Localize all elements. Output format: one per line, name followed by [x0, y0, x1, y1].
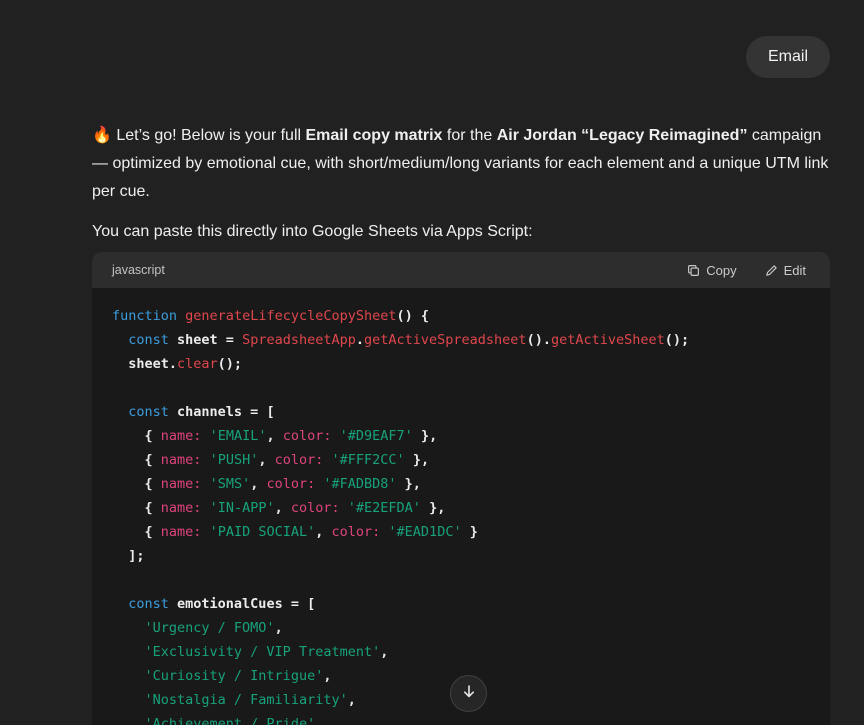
code-line	[112, 376, 810, 400]
code-line: const channels = [	[112, 400, 810, 424]
code-block: javascript Copy Edit function generateLi…	[92, 252, 830, 725]
code-line: function generateLifecycleCopySheet() {	[112, 304, 810, 328]
code-line: { name: 'PUSH', color: '#FFF2CC' },	[112, 448, 810, 472]
code-line: { name: 'PAID SOCIAL', color: '#EAD1DC' …	[112, 520, 810, 544]
code-language-label: javascript	[112, 263, 681, 277]
code-line: const emotionalCues = [	[112, 592, 810, 616]
code-line: ];	[112, 544, 810, 568]
code-line: { name: 'IN-APP', color: '#E2EFDA' },	[112, 496, 810, 520]
pencil-icon	[765, 264, 778, 277]
chat-page: { "page": { "background": "#212121", "co…	[0, 0, 864, 725]
code-line: { name: 'EMAIL', color: '#D9EAF7' },	[112, 424, 810, 448]
copy-button[interactable]: Copy	[681, 259, 742, 282]
assistant-paragraph-instruction: You can paste this directly into Google …	[92, 218, 830, 246]
scroll-to-bottom-button[interactable]	[450, 675, 487, 712]
arrow-down-icon	[461, 683, 477, 704]
code-line	[112, 568, 810, 592]
copy-icon	[687, 264, 700, 277]
code-line: sheet.clear();	[112, 352, 810, 376]
code-line: const sheet = SpreadsheetApp.getActiveSp…	[112, 328, 810, 352]
code-block-header: javascript Copy Edit	[92, 252, 830, 288]
code-line: 'Achievement / Pride'	[112, 712, 810, 725]
edit-button[interactable]: Edit	[759, 259, 812, 282]
code-line: { name: 'SMS', color: '#FADBD8' },	[112, 472, 810, 496]
code-content: function generateLifecycleCopySheet() { …	[92, 288, 830, 725]
copy-button-label: Copy	[706, 263, 736, 278]
edit-button-label: Edit	[784, 263, 806, 278]
code-line: 'Urgency / FOMO',	[112, 616, 810, 640]
assistant-paragraph-intro: 🔥 Let’s go! Below is your full Email cop…	[92, 122, 830, 206]
code-line: 'Exclusivity / VIP Treatment',	[112, 640, 810, 664]
user-message-bubble: Email	[746, 36, 830, 78]
